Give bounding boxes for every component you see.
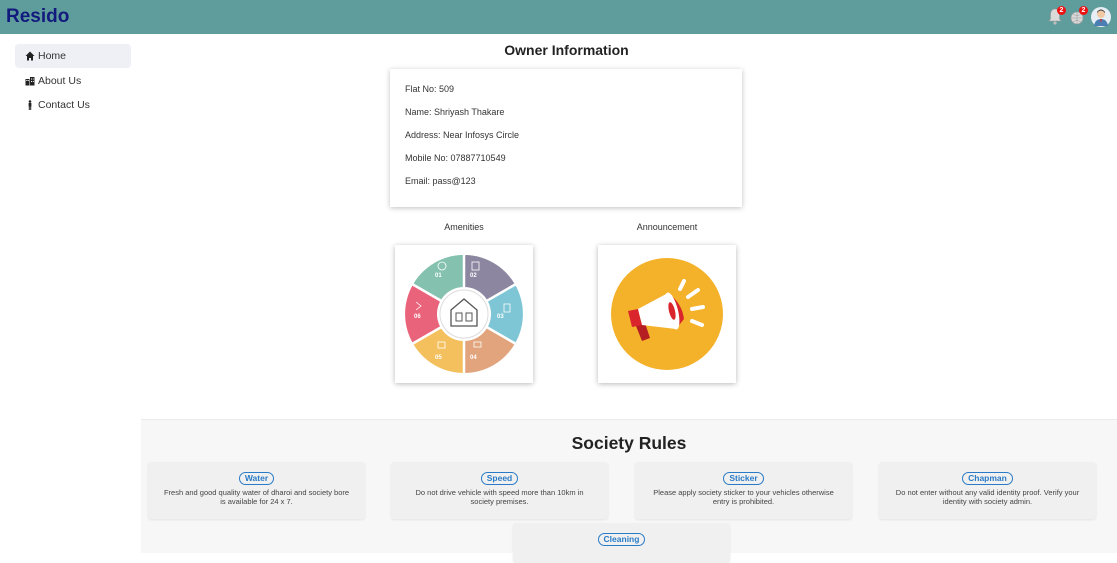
wheel-step-label: 04 (470, 355, 477, 361)
owner-address: Address: Near Infosys Circle (405, 130, 520, 140)
wheel-step-label: 03 (497, 314, 504, 320)
rule-tag: Chapman (962, 472, 1013, 485)
sidebar-item-about-us[interactable]: About Us (15, 69, 131, 93)
rule-text: Please apply society sticker to your veh… (653, 488, 834, 506)
owner-email: Email: pass@123 (405, 176, 476, 186)
rule-tag: Speed (480, 472, 519, 485)
person-icon (28, 100, 32, 110)
user-avatar-icon[interactable] (1091, 6, 1111, 28)
rule-card-sticker: Sticker Please apply society sticker to … (635, 462, 852, 519)
notification-badge: 2 (1057, 6, 1066, 15)
amenities-wheel-image: 01 02 03 04 05 06 (405, 254, 523, 374)
rule-tag: Sticker (723, 472, 764, 485)
rule-card-speed: Speed Do not drive vehicle with speed mo… (391, 462, 608, 519)
owner-name: Name: Shriyash Thakare (405, 107, 505, 117)
flat-number: Flat No: 509 (405, 84, 455, 94)
rule-tag: Water (238, 472, 275, 485)
rule-card-water: Water Fresh and good quality water of dh… (148, 462, 365, 519)
rule-text: Do not drive vehicle with speed more tha… (415, 488, 584, 506)
amenities-card[interactable]: 01 02 03 04 05 06 (395, 245, 533, 383)
top-icons: 2 2 (1047, 6, 1111, 28)
owner-info-card: Flat No: 509 Name: Shriyash Thakare Addr… (390, 69, 742, 207)
owner-mobile: Mobile No: 07887710549 (405, 153, 506, 163)
megaphone-icon (611, 258, 723, 370)
rules-title: Society Rules (571, 433, 687, 453)
amenities-label: Amenities (444, 222, 484, 232)
announcement-card[interactable] (598, 245, 736, 383)
wheel-step-label: 02 (470, 273, 477, 279)
globe-icon[interactable]: 2 (1069, 6, 1088, 26)
sidebar-item-label: About Us (38, 74, 82, 87)
rule-text: Do not enter without any valid identity … (895, 488, 1080, 506)
page-title: Owner Information (504, 42, 629, 58)
rule-tag: Cleaning (597, 533, 646, 546)
rule-card-cleaning: Cleaning (513, 523, 730, 563)
rule-text: Fresh and good quality water of dharoi a… (163, 488, 350, 506)
wheel-step-label: 06 (414, 314, 421, 320)
sidebar-item-label: Contact Us (38, 99, 90, 111)
announcement-label: Announcement (636, 222, 698, 232)
building-icon (25, 76, 35, 85)
notification-bell-icon[interactable]: 2 (1047, 6, 1066, 26)
rule-card-chapman: Chapman Do not enter without any valid i… (879, 462, 1096, 519)
wheel-step-label: 05 (435, 355, 442, 361)
brand-logo[interactable]: Resido (6, 6, 69, 28)
wheel-step-label: 01 (435, 273, 442, 279)
globe-badge: 2 (1079, 6, 1088, 15)
sidebar-item-contact-us[interactable]: Contact Us (15, 93, 131, 117)
top-bar: Resido 2 2 (0, 0, 1117, 34)
